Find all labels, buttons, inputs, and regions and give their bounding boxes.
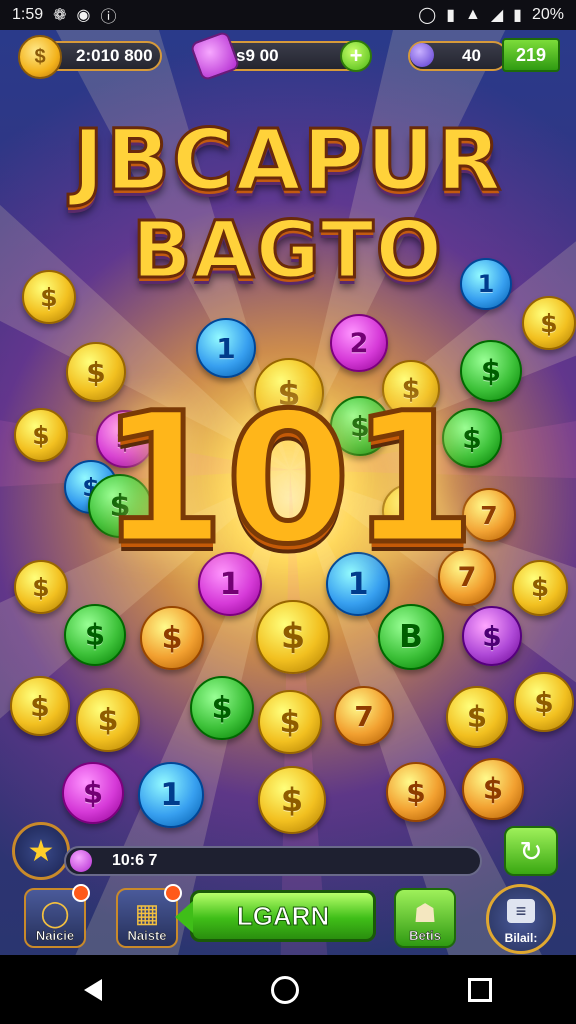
coin-symbol: $: [530, 573, 550, 603]
back-icon[interactable]: [84, 978, 103, 1001]
battery-icon: ▮: [513, 7, 522, 24]
naicie-button[interactable]: ◯ Naicie: [24, 884, 90, 948]
coin-symbol: $: [30, 689, 50, 723]
sim-icon: ▮: [446, 7, 455, 24]
level-value: 40: [462, 46, 481, 65]
floating-coin: $: [190, 676, 254, 740]
floating-coin: $: [462, 758, 524, 820]
green-value-box[interactable]: 219: [502, 38, 560, 72]
floating-coin: 1: [138, 762, 204, 828]
floating-coin: $: [10, 676, 70, 736]
coin-symbol: 7: [354, 699, 374, 733]
coin-symbol: $: [482, 619, 502, 653]
gem-counter-value: s9 00: [236, 46, 279, 65]
floating-coin: $: [76, 688, 140, 752]
learn-button-label: LGARN: [236, 900, 330, 931]
floating-coin: $: [62, 762, 124, 824]
coin-symbol: $: [97, 702, 119, 738]
floating-coin: $: [522, 296, 576, 350]
floating-coin: $: [22, 270, 76, 324]
floating-coin: $: [386, 762, 446, 822]
status-bar: 1:59 ❁ ◉ ⓘ ◯ ▮ ▲ ◢ ▮ 20%: [0, 0, 576, 30]
floating-coin: $: [258, 690, 322, 754]
refresh-button[interactable]: ↻: [504, 826, 558, 876]
shield-icon: ◉: [76, 7, 91, 24]
coin-symbol: $: [40, 282, 58, 312]
nfc-icon: ◯: [418, 7, 437, 24]
coin-symbol: $: [280, 617, 306, 657]
coin-symbol: 1: [477, 270, 495, 298]
bilail-button[interactable]: ≡ Bilail:: [486, 884, 556, 954]
battery-text: 20%: [531, 6, 564, 23]
signal-icon: ◢: [490, 7, 504, 24]
recent-apps-icon[interactable]: [467, 977, 492, 1002]
coin-symbol: $: [466, 700, 488, 734]
green-box-value: 219: [515, 44, 547, 65]
big-number: 101: [98, 375, 479, 584]
chest-icon: ▦: [134, 898, 160, 928]
gold-coin-icon: $: [18, 35, 62, 79]
ring-icon: ◯: [40, 898, 70, 928]
coin-symbol: $: [482, 772, 504, 806]
coin-symbol: B: [399, 619, 423, 655]
floating-coin: $: [514, 672, 574, 732]
notification-dot: [164, 884, 182, 902]
coin-symbol: $: [211, 690, 233, 726]
coin-counter-value: 2:010 800: [76, 46, 153, 65]
progress-text: 10:6 7: [112, 852, 158, 869]
game-title-line1: JBCAPUR: [71, 111, 504, 210]
floating-coin: $: [258, 766, 326, 834]
coin-symbol: $: [84, 618, 106, 652]
coin-symbol: $: [279, 704, 301, 740]
floating-coin: 7: [334, 686, 394, 746]
floating-coin: 1: [196, 318, 256, 378]
navigation-bar: [0, 955, 576, 1024]
coin-symbol: 2: [349, 327, 369, 359]
naiste-label: Naiste: [127, 928, 167, 944]
naiste-button[interactable]: ▦ Naiste: [116, 884, 182, 948]
betis-button[interactable]: ☗ Betis: [394, 888, 456, 948]
coin-symbol: $: [82, 776, 104, 810]
fan-icon: ❁: [53, 7, 67, 24]
floating-coin: $: [140, 606, 204, 670]
home-icon[interactable]: [270, 975, 299, 1004]
learn-button[interactable]: LGARN: [175, 890, 376, 942]
star-badge-icon[interactable]: ★: [12, 822, 70, 880]
floating-coin: $: [256, 600, 330, 674]
floating-coin: $: [446, 686, 508, 748]
bilail-label: Bilail:: [504, 931, 538, 945]
info-icon: ⓘ: [100, 9, 117, 26]
floating-coin: $: [64, 604, 126, 666]
betis-label: Betis: [409, 928, 441, 944]
floating-coin: B: [378, 604, 444, 670]
add-gems-button[interactable]: +: [340, 40, 372, 72]
naicie-label: Naicie: [35, 928, 75, 944]
coin-symbol: 1: [216, 331, 236, 365]
floating-coin: 1: [460, 258, 512, 310]
coin-symbol: $: [540, 308, 558, 338]
coin-symbol: $: [406, 775, 426, 809]
gem-icon: [70, 850, 92, 872]
level-orb-icon: [410, 43, 434, 67]
cup-icon: ☗: [413, 898, 437, 928]
menu-list-icon: ≡: [507, 899, 535, 923]
progress-bar: 10:6 7: [64, 846, 482, 876]
coin-symbol: $: [534, 685, 554, 719]
coin-symbol: $: [280, 781, 304, 819]
coin-symbol: $: [161, 620, 183, 656]
floating-coin: $: [462, 606, 522, 666]
floating-coin: 2: [330, 314, 388, 372]
coin-symbol: $: [480, 354, 502, 388]
wifi-icon: ▲: [465, 6, 481, 23]
notification-dot: [72, 884, 90, 902]
coin-symbol: 1: [160, 777, 182, 813]
status-time: 1:59: [12, 6, 44, 23]
coin-symbol: $: [32, 572, 50, 602]
